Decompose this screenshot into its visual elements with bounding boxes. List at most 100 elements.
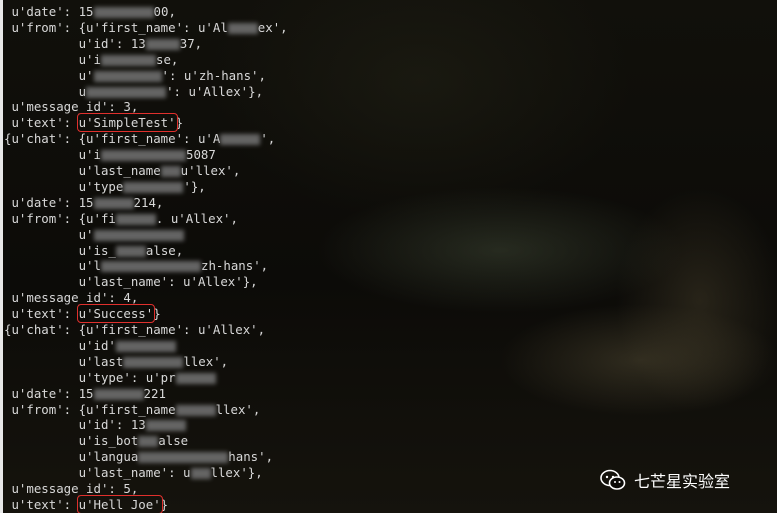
terminal-line: u'date': 15 00,	[4, 4, 176, 20]
redacted-blur	[123, 181, 184, 193]
redacted-blur	[175, 372, 216, 384]
terminal-line: u'is_bot alse	[4, 433, 189, 449]
redacted-blur	[93, 388, 144, 400]
line-text: 214,	[133, 194, 164, 210]
line-text: u'	[4, 226, 94, 242]
line-text: }	[153, 306, 161, 322]
line-text: u'last_name': u	[4, 465, 191, 481]
redacted-blur	[138, 436, 159, 448]
redacted-blur	[115, 340, 176, 352]
line-text: u'last_name	[4, 163, 161, 178]
redacted-blur	[227, 22, 258, 34]
line-text: ',	[260, 131, 276, 147]
redacted-blur	[115, 245, 146, 257]
terminal-line: u'id': 13	[4, 417, 186, 433]
line-text: {u'chat': {u'first_name': u'Allex',	[4, 322, 266, 337]
redacted-blur	[93, 197, 134, 209]
highlighted-message-text: u'Success'	[76, 304, 156, 324]
line-text: u'message_id': 3,	[4, 99, 139, 115]
terminal-output[interactable]: u'date': 15 00, u'from': {u'first_name': …	[4, 0, 777, 513]
redacted-blur	[100, 54, 156, 66]
redacted-blur	[115, 213, 156, 225]
redacted-blur	[93, 7, 154, 18]
terminal-line: u'type': u'pr	[4, 370, 216, 386]
line-text: u'i	[4, 147, 101, 163]
redacted-blur	[93, 70, 162, 82]
redacted-blur	[145, 420, 186, 432]
terminal-line: u'message_id': 3,	[4, 99, 138, 115]
redacted-blur	[100, 150, 186, 162]
redacted-blur	[160, 166, 181, 177]
line-text: u'type	[4, 178, 124, 194]
terminal-line: u'last_name': u llex'},	[4, 465, 263, 481]
line-text: }	[160, 496, 169, 512]
redacted-blur	[100, 261, 201, 273]
line-text: se,	[155, 51, 179, 67]
watermark-text: 七芒星实验室	[634, 472, 731, 491]
line-text: 00,	[153, 4, 176, 19]
redacted-blur	[175, 404, 216, 416]
terminal-line: u'from': {u'fi . u'Allex',	[4, 211, 238, 227]
terminal-line: u'is_ alse,	[4, 242, 184, 259]
watermark: 七芒星实验室	[600, 466, 730, 494]
line-text: u'id': 13	[4, 35, 146, 51]
terminal-line: u'	[4, 227, 184, 243]
line-text: alse,	[145, 242, 184, 258]
terminal-line: u'text': u'Success'}	[4, 304, 161, 324]
terminal-line: u'date': 15 214,	[4, 195, 163, 211]
terminal-line: {u'chat': {u'first_name': u'A ',	[4, 131, 275, 147]
line-text: u'last_name': u'Allex'},	[4, 274, 258, 290]
line-text: u'i	[4, 51, 101, 67]
redacted-blur	[190, 468, 211, 480]
line-text: u'from': {u'fi	[4, 210, 116, 226]
terminal-line: u'id': 13 37,	[4, 35, 203, 52]
terminal-line: u'id'	[4, 338, 176, 354]
terminal-line: u' ': u'zh-hans',	[4, 68, 266, 84]
line-text: . u'Allex',	[155, 210, 238, 226]
line-text: u'	[4, 67, 94, 83]
line-text: u'message_id': 4,	[4, 290, 139, 306]
line-text: 37,	[179, 35, 203, 51]
terminal-line: {u'chat': {u'first_name': u'Allex',	[4, 322, 265, 338]
redacted-blur	[86, 86, 167, 98]
line-text: u'last	[4, 353, 124, 369]
terminal-line: u'last_name u'llex',	[4, 163, 241, 179]
highlighted-message-text: u'SimpleTest'	[76, 113, 178, 133]
line-text: u'message_id': 5,	[4, 481, 139, 496]
line-text: u'id': 13	[4, 417, 146, 433]
line-text: u'from': {u'first_name': u'Al	[4, 19, 228, 35]
terminal-line: u'date': 15 221	[4, 386, 165, 402]
terminal-scrollbar[interactable]	[0, 0, 3, 513]
terminal-line: u'from': {u'first_name': u'Al ex',	[4, 19, 287, 36]
highlighted-message-text: u'Hell Joe'	[76, 494, 163, 513]
terminal-line: u'from': {u'first_name llex',	[4, 402, 260, 418]
line-text: llex'},	[210, 465, 263, 481]
line-text: u'text':	[4, 496, 79, 512]
line-text: zh-hans',	[200, 258, 269, 274]
redacted-blur	[220, 134, 261, 146]
wechat-icon	[600, 469, 626, 490]
line-text: llex',	[215, 401, 261, 417]
line-text: u'langua	[4, 449, 139, 465]
terminal-line: u'text': u'SimpleTest'}	[4, 113, 184, 133]
line-text: u'date': 15	[4, 194, 94, 210]
line-text: u'type': u'pr	[4, 369, 176, 385]
terminal-line: u'message_id': 4,	[4, 290, 138, 306]
line-text: u'from': {u'first_name	[4, 401, 176, 417]
terminal-line: u'langua hans',	[4, 449, 273, 465]
redacted-blur	[145, 38, 180, 50]
line-text: u'text':	[4, 115, 79, 131]
line-text: u'is_bot	[4, 433, 139, 449]
line-text: 5087	[185, 147, 216, 163]
line-text: {u'chat': {u'first_name': u'A	[4, 131, 221, 147]
terminal-line: u'message_id': 5,	[4, 481, 138, 497]
terminal-line: u ': u'Allex'},	[4, 84, 263, 100]
line-text: '},	[183, 178, 206, 194]
redacted-blur	[93, 229, 184, 241]
terminal-line: u'text': u'Hell Joe'}	[4, 494, 169, 513]
terminal-line: u'i se,	[4, 51, 179, 68]
terminal-line: u'i 5087	[4, 147, 216, 163]
line-text: u'text':	[4, 306, 79, 322]
line-text: u'date': 15	[4, 4, 94, 19]
line-text: }	[175, 115, 184, 131]
